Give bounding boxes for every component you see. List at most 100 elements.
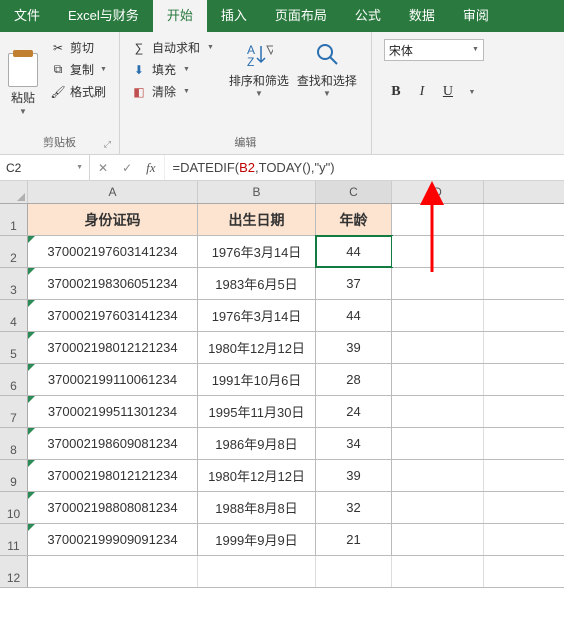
- cell[interactable]: 1995年11月30日: [198, 396, 316, 427]
- italic-button[interactable]: I: [410, 81, 434, 103]
- cell[interactable]: 21: [316, 524, 392, 555]
- cell[interactable]: 37: [316, 268, 392, 299]
- row-header[interactable]: 11: [0, 524, 28, 555]
- accept-formula-icon[interactable]: ✓: [122, 161, 132, 175]
- cell[interactable]: 1980年12月12日: [198, 332, 316, 363]
- cell[interactable]: 出生日期: [198, 204, 316, 235]
- formula-input[interactable]: =DATEDIF(B2,TODAY(),"y"): [165, 155, 564, 180]
- row-header[interactable]: 9: [0, 460, 28, 491]
- fill-button[interactable]: ⬇ 填充 ▼: [130, 60, 215, 79]
- cell[interactable]: 39: [316, 460, 392, 491]
- tab-excel-finance[interactable]: Excel与财务: [54, 0, 153, 32]
- cell[interactable]: 1999年9月9日: [198, 524, 316, 555]
- chevron-down-icon[interactable]: ▼: [183, 66, 190, 73]
- cell[interactable]: 身份证码: [28, 204, 198, 235]
- cell[interactable]: [392, 332, 484, 363]
- cell[interactable]: [198, 556, 316, 587]
- cell[interactable]: [392, 300, 484, 331]
- cell[interactable]: [392, 492, 484, 523]
- cell[interactable]: [392, 204, 484, 235]
- row-header[interactable]: 3: [0, 268, 28, 299]
- cell[interactable]: [28, 556, 198, 587]
- cell[interactable]: 1986年9月8日: [198, 428, 316, 459]
- bold-button[interactable]: B: [384, 81, 408, 103]
- cell[interactable]: 370002199110061234: [28, 364, 198, 395]
- column-header-A[interactable]: A: [28, 181, 198, 203]
- cell[interactable]: 年龄: [316, 204, 392, 235]
- cell[interactable]: 28: [316, 364, 392, 395]
- column-header-C[interactable]: C: [316, 181, 392, 203]
- cell[interactable]: 1980年12月12日: [198, 460, 316, 491]
- cell[interactable]: [392, 364, 484, 395]
- cell[interactable]: 1976年3月14日: [198, 236, 316, 267]
- cell[interactable]: 370002198808081234: [28, 492, 198, 523]
- row-header[interactable]: 12: [0, 556, 28, 587]
- cell[interactable]: 32: [316, 492, 392, 523]
- tab-file[interactable]: 文件: [0, 0, 54, 32]
- tab-formulas[interactable]: 公式: [341, 0, 395, 32]
- column-header-D[interactable]: D: [392, 181, 484, 203]
- name-box[interactable]: C2 ▼: [0, 155, 90, 180]
- format-painter-button[interactable]: 🖌 格式刷: [48, 82, 109, 101]
- row-header[interactable]: 7: [0, 396, 28, 427]
- cell[interactable]: 44: [316, 300, 392, 331]
- cell[interactable]: 1988年8月8日: [198, 492, 316, 523]
- chevron-down-icon[interactable]: ▼: [19, 107, 27, 116]
- cell[interactable]: [392, 236, 484, 267]
- cell[interactable]: [392, 268, 484, 299]
- cell[interactable]: 39: [316, 332, 392, 363]
- clear-button[interactable]: ◧ 清除 ▼: [130, 82, 215, 101]
- cell[interactable]: 370002198012121234: [28, 332, 198, 363]
- row-header[interactable]: 2: [0, 236, 28, 267]
- row-header[interactable]: 4: [0, 300, 28, 331]
- cell[interactable]: 44: [316, 236, 392, 267]
- column-header-B[interactable]: B: [198, 181, 316, 203]
- cell[interactable]: [392, 396, 484, 427]
- chevron-down-icon[interactable]: ▼: [460, 81, 484, 103]
- chevron-down-icon[interactable]: ▼: [323, 89, 331, 98]
- cell[interactable]: 34: [316, 428, 392, 459]
- row-header[interactable]: 6: [0, 364, 28, 395]
- cell[interactable]: 1976年3月14日: [198, 300, 316, 331]
- cell[interactable]: 1991年10月6日: [198, 364, 316, 395]
- chevron-down-icon[interactable]: ▼: [76, 164, 83, 171]
- cut-button[interactable]: ✂ 剪切: [48, 38, 109, 57]
- chevron-down-icon[interactable]: ▼: [472, 46, 479, 53]
- tab-page-layout[interactable]: 页面布局: [261, 0, 341, 32]
- paste-button[interactable]: 粘贴 ▼: [8, 36, 44, 132]
- cell[interactable]: 370002197603141234: [28, 300, 198, 331]
- tab-insert[interactable]: 插入: [207, 0, 261, 32]
- cell[interactable]: [316, 556, 392, 587]
- font-name-select[interactable]: 宋体 ▼: [384, 39, 484, 61]
- chevron-down-icon[interactable]: ▼: [100, 66, 107, 73]
- fx-icon[interactable]: fx: [146, 160, 155, 176]
- row-header[interactable]: 10: [0, 492, 28, 523]
- cell[interactable]: [392, 524, 484, 555]
- row-header[interactable]: 5: [0, 332, 28, 363]
- cell[interactable]: 24: [316, 396, 392, 427]
- underline-button[interactable]: U: [436, 81, 460, 103]
- cancel-formula-icon[interactable]: ✕: [98, 161, 108, 175]
- dialog-launcher-icon[interactable]: ⤢: [104, 139, 111, 150]
- copy-button[interactable]: ⧉ 复制 ▼: [48, 60, 109, 79]
- tab-home[interactable]: 开始: [153, 0, 207, 32]
- chevron-down-icon[interactable]: ▼: [255, 89, 263, 98]
- row-header[interactable]: 1: [0, 204, 28, 235]
- autosum-button[interactable]: ∑ 自动求和 ▼: [130, 38, 215, 57]
- cell[interactable]: 370002199909091234: [28, 524, 198, 555]
- cell[interactable]: 370002197603141234: [28, 236, 198, 267]
- cell[interactable]: [392, 428, 484, 459]
- chevron-down-icon[interactable]: ▼: [183, 88, 190, 95]
- select-all-button[interactable]: [0, 181, 28, 203]
- find-select-button[interactable]: 查找和选择 ▼: [297, 40, 357, 132]
- chevron-down-icon[interactable]: ▼: [207, 44, 214, 51]
- sort-filter-button[interactable]: AZ 排序和筛选 ▼: [229, 40, 289, 132]
- cell[interactable]: 1983年6月5日: [198, 268, 316, 299]
- cell[interactable]: [392, 556, 484, 587]
- row-header[interactable]: 8: [0, 428, 28, 459]
- cell[interactable]: 370002198609081234: [28, 428, 198, 459]
- tab-data[interactable]: 数据: [395, 0, 449, 32]
- tab-review[interactable]: 审阅: [449, 0, 503, 32]
- cell[interactable]: 370002198306051234: [28, 268, 198, 299]
- cell[interactable]: 370002199511301234: [28, 396, 198, 427]
